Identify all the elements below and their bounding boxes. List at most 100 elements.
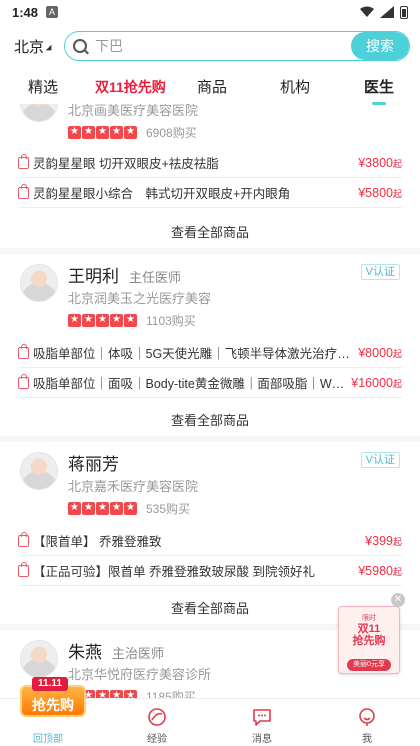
shopping-bag-icon: [18, 183, 29, 199]
star-icon: [68, 313, 81, 327]
search-placeholder: 下巴: [95, 38, 124, 54]
product-name: 【限首单】 乔雅登雅致: [33, 535, 162, 549]
search-input[interactable]: 下巴 搜索: [64, 31, 410, 61]
doctor-name: 王明利 主任医师: [68, 267, 182, 286]
star-icon: [96, 501, 109, 515]
avatar: [20, 640, 58, 678]
profile-icon: [359, 708, 375, 726]
doctor-title: 主任医师: [129, 270, 182, 285]
tab-profile[interactable]: 我: [325, 699, 409, 746]
search-button[interactable]: 搜索: [351, 32, 409, 60]
product-name: 灵韵星星眼 切开双眼皮+祛皮祛脂: [33, 157, 219, 171]
product-name: 【正品可验】限首单 乔雅登雅致玻尿酸 到院领好礼: [33, 565, 315, 579]
tab-institutions[interactable]: 机构: [280, 76, 310, 97]
shopping-bag-icon: [18, 153, 29, 169]
product-item[interactable]: 灵韵星星眼小综合 韩式切开双眼皮+开内眼角 ¥5800起: [18, 178, 402, 208]
star-icon: [96, 125, 109, 139]
product-price: ¥399起: [365, 533, 402, 548]
close-icon[interactable]: ✕: [391, 593, 405, 607]
tab-messages[interactable]: 消息: [220, 699, 304, 746]
tab-back-to-top[interactable]: 11.11 抢先购 回顶部: [0, 677, 86, 746]
message-icon: [253, 709, 271, 726]
product-item[interactable]: 灵韵星星眼 切开双眼皮+祛皮祛脂 ¥3800起: [18, 148, 402, 178]
category-tabs: 精选 双11抢先购 商品 机构 医生: [0, 74, 420, 102]
shopping-bag-icon: [18, 343, 29, 359]
shopping-bag-icon: [18, 373, 29, 389]
tab-label: 消息: [252, 734, 272, 745]
avatar: [20, 264, 58, 302]
rating: 1185购买: [68, 688, 196, 698]
tab-doctors[interactable]: 医生: [364, 76, 394, 97]
status-bar: 1:48 A: [0, 0, 420, 24]
tab-double11[interactable]: 双11抢先购: [95, 77, 166, 97]
sales-count: 1185购买: [146, 690, 196, 698]
city-label: 北京: [14, 38, 45, 56]
doctor-name: 蒋丽芳: [68, 455, 119, 474]
battery-icon: [400, 5, 408, 19]
divider: [0, 248, 420, 254]
dropdown-icon: [45, 44, 55, 54]
double11-promo-badge: 11.11 抢先购: [20, 677, 86, 717]
double11-float-ad[interactable]: ✕ 限时 双11 抢先购 美丽0元享: [338, 593, 405, 674]
product-name: 吸脂单部位｜面吸｜Body-tite黄金微雕｜面部吸脂｜WML: [33, 377, 346, 391]
city-selector[interactable]: 北京: [14, 36, 55, 57]
star-icon: [110, 313, 123, 327]
divider: [0, 436, 420, 442]
bottom-tab-bar: 11.11 抢先购 回顶部 经验 消息 我: [0, 677, 420, 746]
product-name: 灵韵星星眼小综合 韩式切开双眼皮+开内眼角: [33, 187, 291, 201]
avatar: [20, 452, 58, 490]
product-price: ¥3800起: [358, 155, 402, 170]
hospital-name: 北京嘉禾医疗美容医院: [68, 479, 199, 494]
rating: 535购买: [68, 500, 190, 517]
avatar: [20, 104, 58, 122]
hospital-name: 北京华悦府医疗美容诊所: [68, 667, 212, 682]
star-icon: [96, 313, 109, 327]
doctor-name: 朱燕 主治医师: [68, 643, 165, 662]
search-icon: [73, 39, 88, 53]
signal-icon: [380, 6, 394, 18]
product-item[interactable]: 吸脂单部位｜体吸｜5G天使光雕｜飞顿半导体激光治疗仪｜W... ¥8000起: [18, 338, 402, 368]
star-icon: [124, 125, 137, 139]
star-icon: [110, 125, 123, 139]
promo-date: 11.11: [32, 677, 68, 691]
view-all-products-button[interactable]: 查看全部商品: [0, 222, 420, 241]
sales-count: 535购买: [146, 502, 191, 516]
sales-count: 6908购买: [146, 126, 197, 140]
product-price: ¥8000起: [358, 345, 402, 360]
hospital-name: 北京画美医疗美容医院: [68, 104, 199, 118]
star-icon: [82, 501, 95, 515]
view-all-products-button[interactable]: 查看全部商品: [0, 410, 420, 429]
star-icon: [110, 689, 123, 698]
search-bar: 北京 下巴 搜索: [0, 28, 420, 64]
tab-label: 我: [362, 734, 372, 745]
rating: 6908购买: [68, 124, 197, 141]
tab-experience[interactable]: 经验: [115, 699, 199, 746]
status-time: 1:48: [12, 4, 39, 20]
ad-cta: 美丽0元享: [347, 659, 391, 671]
star-icon: [96, 689, 109, 698]
star-icon: [124, 689, 137, 698]
ad-title: 双11 抢先购: [352, 623, 386, 647]
tab-products[interactable]: 商品: [197, 76, 227, 97]
verified-badge: V认证: [360, 452, 400, 468]
promo-text: 抢先购: [32, 697, 74, 713]
doctor-title: 主治医师: [112, 646, 165, 661]
hospital-name: 北京润美玉之光医疗美容: [68, 291, 212, 306]
wifi-icon: [360, 6, 374, 17]
product-item[interactable]: 【限首单】 乔雅登雅致 ¥399起: [18, 526, 402, 556]
status-icons: [360, 5, 408, 19]
star-icon: [82, 125, 95, 139]
star-icon: [68, 125, 81, 139]
rating: 1103购买: [68, 312, 196, 329]
tab-label: 经验: [147, 734, 167, 745]
notification-badge: A: [46, 6, 59, 18]
product-name: 吸脂单部位｜体吸｜5G天使光雕｜飞顿半导体激光治疗仪｜W...: [33, 347, 353, 361]
shopping-bag-icon: [18, 561, 29, 577]
tab-label: 回顶部: [33, 734, 63, 745]
product-item[interactable]: 【正品可验】限首单 乔雅登雅致玻尿酸 到院领好礼 ¥5980起: [18, 556, 402, 586]
tab-featured[interactable]: 精选: [28, 76, 58, 97]
product-item[interactable]: 吸脂单部位｜面吸｜Body-tite黄金微雕｜面部吸脂｜WML ¥16000起: [18, 368, 402, 398]
product-price: ¥5800起: [358, 185, 402, 200]
sales-count: 1103购买: [146, 314, 196, 328]
star-icon: [124, 501, 137, 515]
